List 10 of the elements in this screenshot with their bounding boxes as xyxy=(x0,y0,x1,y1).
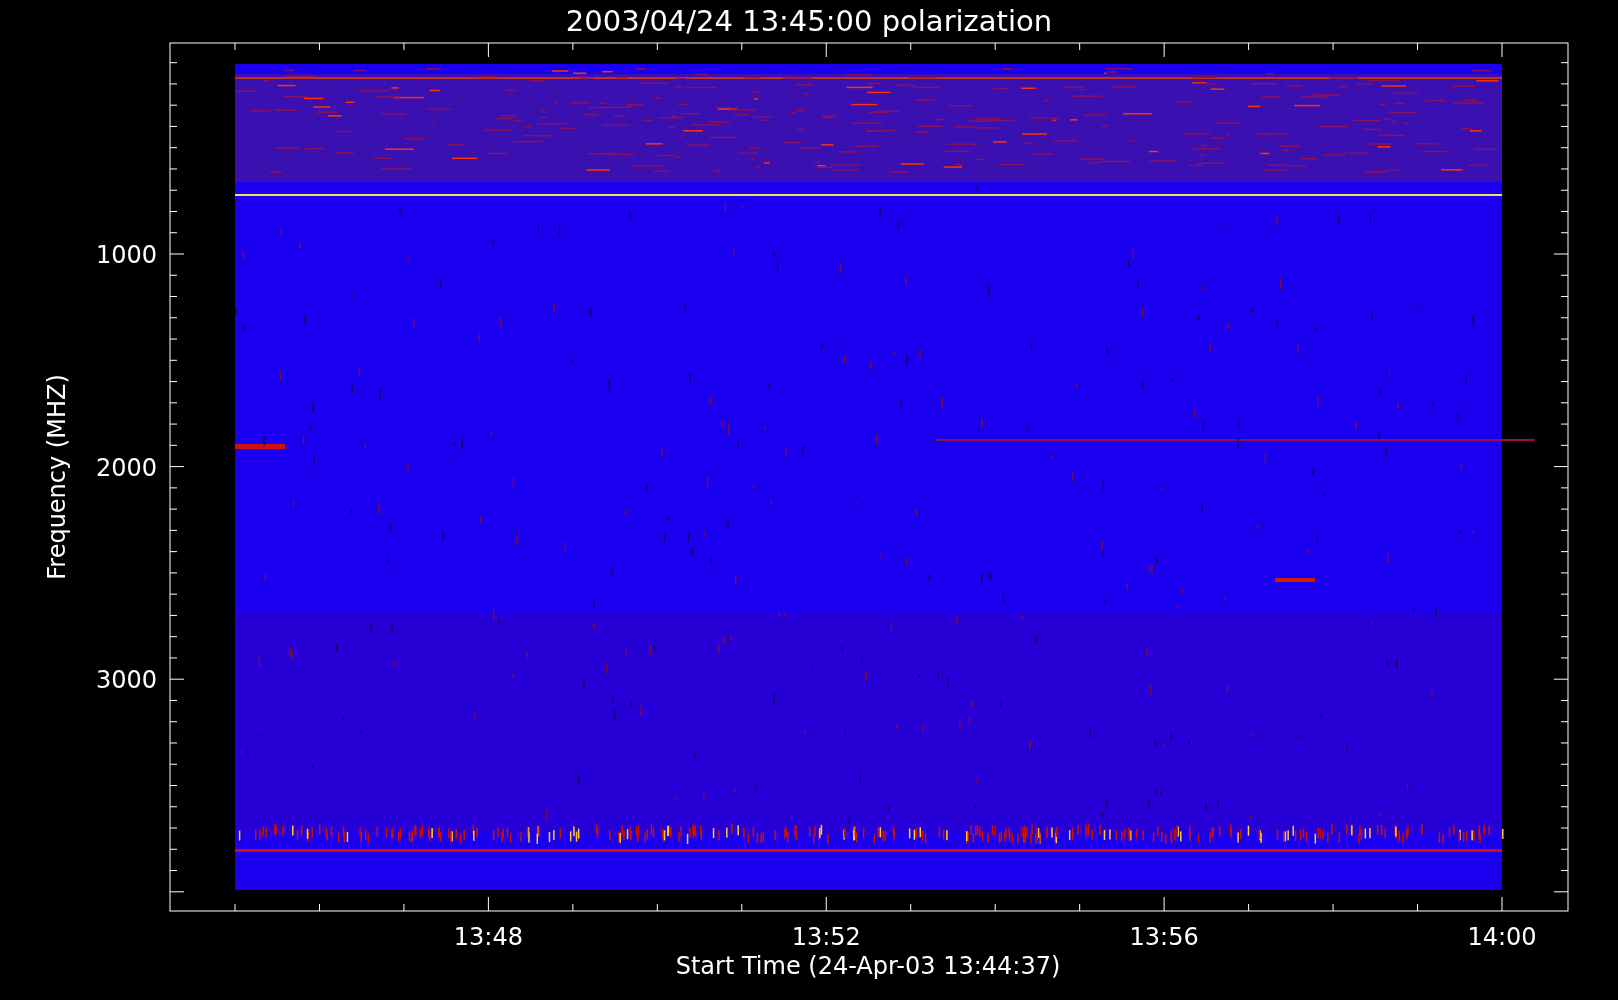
y-axis-label: Frequency (MHZ) xyxy=(43,374,71,580)
y-tick-label: 1000 xyxy=(95,241,157,269)
plot-title: 2003/04/24 13:45:00 polarization xyxy=(565,4,1053,38)
x-tick-label: 13:56 xyxy=(1129,923,1199,951)
x-axis-label: Start Time (24-Apr-03 13:44:37) xyxy=(675,952,1061,980)
x-tick-label: 14:00 xyxy=(1467,923,1537,951)
x-tick-label: 13:52 xyxy=(791,923,861,951)
y-tick-label: 2000 xyxy=(95,453,157,482)
x-tick-label: 13:48 xyxy=(453,923,523,951)
y-tick-label: 3000 xyxy=(95,666,157,695)
